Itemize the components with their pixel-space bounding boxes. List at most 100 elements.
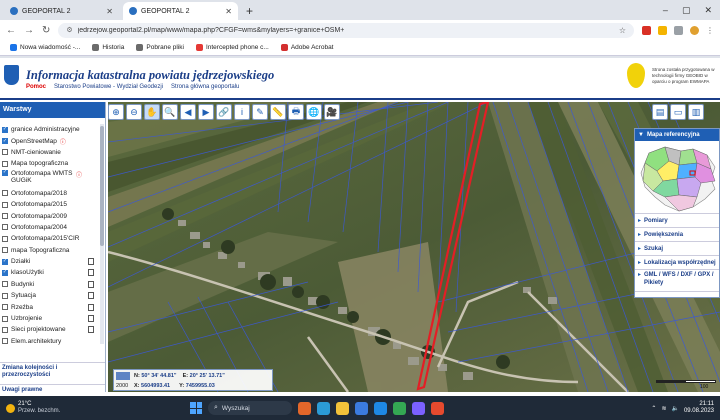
- layout-full-icon[interactable]: ▭: [670, 104, 686, 120]
- back-icon[interactable]: ←: [6, 25, 16, 36]
- layer-row[interactable]: Elem.architektury: [0, 336, 100, 347]
- taskbar-app-icon[interactable]: [317, 401, 330, 415]
- menu-icon[interactable]: ⋮: [706, 26, 714, 35]
- info-icon[interactable]: i: [234, 104, 250, 120]
- reload-icon[interactable]: ↻: [42, 25, 50, 36]
- export-section[interactable]: ▸ GML / WFS / DXF / GPX / Pikiety: [635, 270, 719, 292]
- layer-row[interactable]: NMT-cieniowanie: [0, 147, 100, 158]
- layer-checkbox[interactable]: [2, 326, 8, 333]
- layer-checkbox[interactable]: [2, 224, 8, 231]
- info-icon[interactable]: ⓘ: [76, 170, 82, 179]
- avatar[interactable]: [690, 25, 699, 35]
- coordinates-icon[interactable]: [116, 372, 130, 380]
- address-bar[interactable]: ⚙ jedrzejow.geoportal2.pl/map/www/mapa.p…: [58, 22, 634, 38]
- back-arrow-icon[interactable]: ◀: [180, 104, 196, 120]
- layer-checkbox[interactable]: [2, 338, 8, 345]
- forward-icon[interactable]: →: [24, 25, 34, 36]
- taskbar-app-icon[interactable]: [298, 401, 311, 415]
- legend-icon[interactable]: [88, 280, 94, 288]
- layer-row[interactable]: Sytuacja: [0, 290, 100, 301]
- close-button[interactable]: ✕: [704, 5, 712, 16]
- weather-widget[interactable]: 21°C Przew. bezchm.: [0, 401, 190, 415]
- starostwo-link[interactable]: Starostwo Powiatowe - Wydział Geodezji: [54, 84, 163, 90]
- taskbar-app-icon[interactable]: [355, 401, 368, 415]
- layer-checkbox[interactable]: ✓: [2, 258, 8, 265]
- layer-row[interactable]: ✓ granice Administracyjne: [0, 124, 100, 135]
- layer-row[interactable]: Budynki: [0, 279, 100, 290]
- bookmark-history[interactable]: Historia: [92, 44, 124, 51]
- video-icon[interactable]: 🎥: [324, 104, 340, 120]
- layer-row[interactable]: Sieci projektowane: [0, 324, 100, 335]
- layer-checkbox[interactable]: [2, 190, 8, 197]
- layer-checkbox[interactable]: [2, 160, 8, 167]
- link-icon[interactable]: 🔗: [216, 104, 232, 120]
- new-tab-button[interactable]: +: [238, 4, 261, 20]
- layer-checkbox[interactable]: [2, 281, 8, 288]
- layer-row[interactable]: mapa Topograficzna: [0, 245, 100, 256]
- extension-icon[interactable]: [642, 25, 651, 35]
- measure-icon[interactable]: ✎: [252, 104, 268, 120]
- info-icon[interactable]: ⓘ: [60, 137, 66, 146]
- layer-checkbox[interactable]: [2, 201, 8, 208]
- layer-row[interactable]: ✓ Ortofotomapa WMTS GUGiK ⓘ: [0, 169, 100, 188]
- layer-checkbox[interactable]: ✓: [2, 126, 8, 133]
- layer-row[interactable]: Ortofotomapa/2015: [0, 199, 100, 210]
- map-canvas[interactable]: [108, 102, 720, 392]
- layer-checkbox[interactable]: [2, 292, 8, 299]
- reference-map-header[interactable]: ▼ Mapa referencyjna: [635, 129, 719, 141]
- layer-row[interactable]: Ortofotomapa/2018: [0, 188, 100, 199]
- coordinate-location-section[interactable]: ▸ Lokalizacja współrzędnej: [635, 256, 719, 270]
- layer-checkbox[interactable]: [2, 149, 8, 156]
- print-icon[interactable]: 🖶: [288, 104, 304, 120]
- zoom-levels-section[interactable]: ▸ Powiększenia: [635, 228, 719, 242]
- bookmark-acrobat[interactable]: Adobe Acrobat: [280, 44, 334, 51]
- forward-arrow-icon[interactable]: ▶: [198, 104, 214, 120]
- layer-checkbox[interactable]: ✓: [2, 269, 8, 276]
- search-section[interactable]: ▸ Szukaj: [635, 242, 719, 256]
- layer-order-link[interactable]: Zmiana kolejności i przezroczystości: [0, 362, 105, 381]
- bookmark-downloads[interactable]: Pobrane pliki: [136, 44, 184, 51]
- sidebar-scrollbar[interactable]: [100, 124, 104, 344]
- layout-left-icon[interactable]: ▤: [652, 104, 668, 120]
- legend-icon[interactable]: [88, 258, 94, 266]
- layer-row[interactable]: Uzbrojenie: [0, 313, 100, 324]
- layer-checkbox[interactable]: ✓: [2, 169, 8, 176]
- layer-checkbox[interactable]: ✓: [2, 138, 8, 145]
- layer-checkbox[interactable]: [2, 213, 8, 220]
- chevron-up-icon[interactable]: ⌃: [651, 405, 656, 412]
- legend-icon[interactable]: [88, 303, 94, 311]
- layer-row[interactable]: Rzeźba: [0, 301, 100, 312]
- chrome-taskbar-icon[interactable]: [393, 401, 406, 415]
- taskbar-app-icon[interactable]: [412, 401, 425, 415]
- legend-icon[interactable]: [88, 315, 94, 323]
- taskbar-app-icon[interactable]: [374, 401, 387, 415]
- taskbar-app-icon[interactable]: [336, 401, 349, 415]
- site-info-icon[interactable]: ⚙: [66, 26, 72, 34]
- reference-map[interactable]: [635, 141, 719, 214]
- tab-geoportal-2[interactable]: GEOPORTAL 2 ✕: [123, 2, 238, 20]
- geobid-logo-icon[interactable]: [627, 63, 645, 88]
- firefox-taskbar-icon[interactable]: [431, 401, 444, 415]
- pan-hand-icon[interactable]: ✋: [144, 104, 160, 120]
- ruler-icon[interactable]: 📏: [270, 104, 286, 120]
- layer-row[interactable]: Mapa topograficzna: [0, 158, 100, 169]
- layer-checkbox[interactable]: [2, 315, 8, 322]
- layer-row[interactable]: ✓ OpenStreetMap ⓘ: [0, 135, 100, 146]
- taskbar-search[interactable]: ⌕ Wyszukaj: [208, 401, 292, 415]
- bookmark-intercepted[interactable]: Intercepted phone c...: [195, 44, 269, 51]
- scrollbar-thumb[interactable]: [100, 126, 104, 246]
- star-icon[interactable]: ☆: [619, 26, 626, 35]
- wifi-icon[interactable]: ≋: [661, 405, 666, 412]
- legend-icon[interactable]: [88, 326, 94, 334]
- zoom-window-icon[interactable]: 🔍: [162, 104, 178, 120]
- tab-geoportal-1[interactable]: GEOPORTAL 2 ✕: [4, 2, 119, 20]
- layer-row[interactable]: Ortofotomapa/2009: [0, 210, 100, 221]
- layer-checkbox[interactable]: [2, 304, 8, 311]
- layer-checkbox[interactable]: [2, 235, 8, 242]
- layer-row[interactable]: Ortofotomapa/2004: [0, 222, 100, 233]
- globe-icon[interactable]: 🌐: [306, 104, 322, 120]
- zoom-out-icon[interactable]: ⊖: [126, 104, 142, 120]
- close-icon[interactable]: ✕: [225, 7, 232, 16]
- legal-notes-link[interactable]: Uwagi prawne: [0, 384, 105, 395]
- volume-icon[interactable]: 🔈: [671, 405, 678, 412]
